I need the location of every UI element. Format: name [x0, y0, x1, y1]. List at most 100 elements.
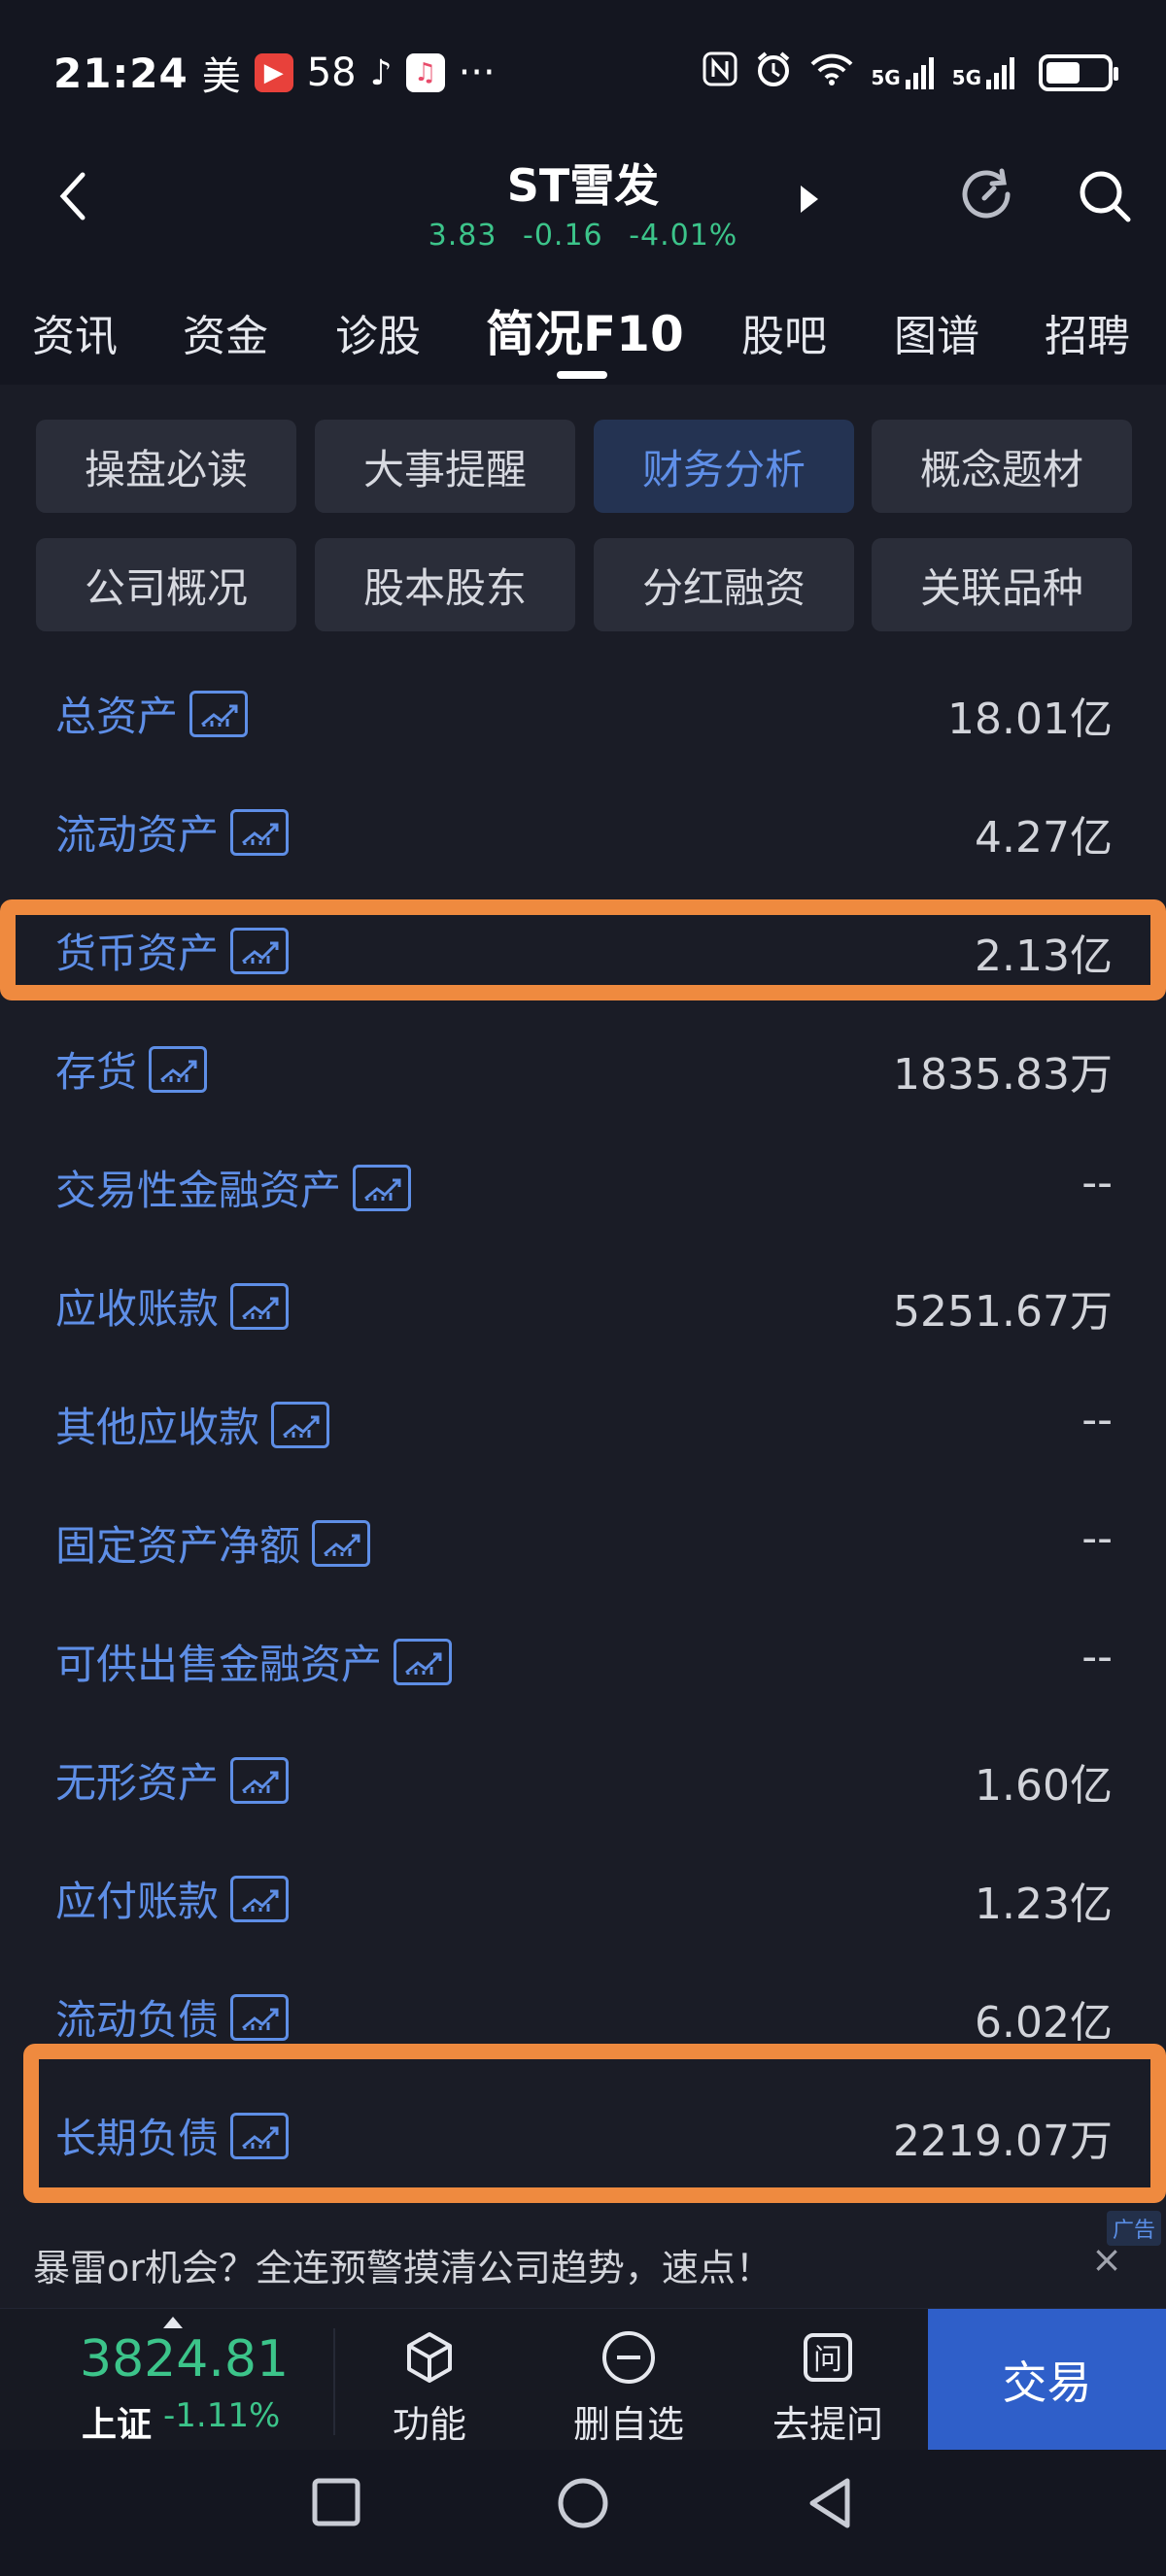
trend-chart-icon[interactable] [230, 2112, 290, 2159]
back-nav-button[interactable] [806, 2477, 853, 2533]
trend-chart-icon[interactable] [230, 927, 290, 974]
ask-question-button[interactable]: 问 去提问 [731, 2328, 925, 2446]
financial-row[interactable]: 流动负债 6.02亿 [0, 1956, 1166, 2075]
row-label-group: 交易性金融资产 [55, 1158, 412, 1217]
function-button[interactable]: 功能 [332, 2328, 527, 2446]
battery-icon [1039, 54, 1118, 91]
status-bar: 21:24 美 ▶ 58 ♪ ♫ ··· 5G 5G [0, 0, 1166, 146]
trend-chart-icon[interactable] [353, 1164, 412, 1211]
row-label-group: 总资产 [55, 684, 249, 743]
trend-chart-icon[interactable] [394, 1638, 453, 1685]
row-label-group: 流动资产 [55, 802, 290, 862]
bottom-toolbar: 3824.81 上证 -1.11% 功能 删自选 问 去提问 交易 [0, 2308, 1166, 2451]
row-label: 交易性金融资产 [55, 1167, 342, 1214]
refresh-icon[interactable] [957, 165, 1019, 227]
row-label-group: 应付账款 [55, 1869, 290, 1928]
tab-jobs[interactable]: 招聘 [1045, 301, 1130, 363]
row-value: -- [1081, 1513, 1113, 1563]
tab-news[interactable]: 资讯 [32, 301, 118, 363]
tab-diagnosis[interactable]: 诊股 [335, 301, 421, 363]
row-value: 4.27亿 [975, 813, 1113, 863]
row-label: 货币资产 [55, 930, 220, 977]
financial-row[interactable]: 可供出售金融资产 -- [0, 1601, 1166, 1719]
svg-text:问: 问 [813, 2343, 842, 2377]
financial-row[interactable]: 其他应收款 -- [0, 1364, 1166, 1482]
row-value: 6.02亿 [975, 1998, 1113, 2048]
ad-text[interactable]: 暴雷or机会？全连预警摸清公司趋势，速点！ [33, 2238, 772, 2291]
index-up-arrow-icon [163, 2317, 183, 2328]
app-58-icon: 58 [306, 51, 357, 95]
trend-chart-icon[interactable] [271, 1401, 330, 1448]
row-value: 5251.67万 [893, 1287, 1113, 1337]
trend-chart-icon[interactable] [230, 808, 290, 856]
row-value: -- [1081, 1395, 1113, 1444]
ad-close-button[interactable]: × [1091, 2238, 1122, 2281]
trend-chart-icon[interactable] [230, 1875, 290, 1922]
stock-change-pct: -4.01% [629, 219, 738, 253]
home-button[interactable] [557, 2477, 609, 2533]
system-nav-bar [0, 2450, 1166, 2576]
row-label: 流动资产 [55, 811, 220, 859]
financial-row[interactable]: 存货 1835.83万 [0, 1008, 1166, 1127]
next-stock-button[interactable] [795, 180, 824, 219]
subtab-concepts[interactable]: 概念题材 [872, 420, 1132, 513]
tab-forum[interactable]: 股吧 [741, 301, 827, 363]
row-label: 其他应收款 [55, 1404, 260, 1451]
row-label-group: 货币资产 [55, 921, 290, 980]
subtab-shareholders[interactable]: 股本股东 [315, 538, 575, 631]
row-label-group: 流动负债 [55, 1987, 290, 2047]
financial-row[interactable]: 交易性金融资产 -- [0, 1127, 1166, 1245]
row-value: -- [1081, 1632, 1113, 1681]
trend-chart-icon[interactable] [230, 1993, 290, 2041]
financial-row[interactable]: 流动资产 4.27亿 [0, 771, 1166, 890]
row-label-group: 其他应收款 [55, 1395, 330, 1454]
index-change-pct: -1.11% [163, 2396, 281, 2435]
subtab-financial-analysis[interactable]: 财务分析 [594, 420, 854, 513]
tab-graph[interactable]: 图谱 [894, 301, 979, 363]
tab-funds[interactable]: 资金 [183, 301, 268, 363]
subtab-dividends[interactable]: 分红融资 [594, 538, 854, 631]
function-label: 功能 [392, 2403, 466, 2446]
financial-row[interactable]: 总资产 18.01亿 [0, 653, 1166, 771]
financial-row[interactable]: 应收账款 5251.67万 [0, 1245, 1166, 1364]
active-tab-indicator [557, 371, 607, 379]
financial-row[interactable]: 长期负债 2219.07万 [0, 2075, 1166, 2193]
trend-chart-icon[interactable] [230, 1282, 290, 1330]
recent-apps-button[interactable] [311, 2477, 361, 2531]
financial-row[interactable]: 货币资产 2.13亿 [0, 890, 1166, 1008]
trend-chart-icon[interactable] [312, 1519, 371, 1567]
index-value[interactable]: 3824.81 [80, 2330, 289, 2389]
wifi-icon [808, 51, 855, 95]
trend-chart-icon[interactable] [189, 690, 249, 737]
minus-circle-icon [602, 2331, 655, 2384]
trend-chart-icon[interactable] [230, 1756, 290, 1804]
tab-f10[interactable]: 简况F10 [486, 295, 684, 365]
row-value: 2219.07万 [893, 2117, 1113, 2166]
row-label: 总资产 [55, 693, 179, 740]
trend-chart-icon[interactable] [149, 1045, 208, 1093]
row-value: 1.23亿 [975, 1880, 1113, 1929]
subtab-trading-must-read[interactable]: 操盘必读 [36, 420, 296, 513]
row-value: 18.01亿 [947, 695, 1113, 744]
alarm-icon [754, 50, 793, 96]
row-label: 固定资产净额 [55, 1522, 301, 1570]
cube-icon [407, 2332, 452, 2383]
row-label: 存货 [55, 1048, 138, 1096]
f10-content: 操盘必读 大事提醒 财务分析 概念题材 公司概况 股本股东 分红融资 关联品种 … [0, 385, 1166, 2308]
subtab-event-reminder[interactable]: 大事提醒 [315, 420, 575, 513]
question-icon: 问 [804, 2333, 852, 2382]
ad-banner[interactable]: 暴雷or机会？全连预警摸清公司趋势，速点！ 广告 × [0, 2211, 1166, 2308]
row-label-group: 长期负债 [55, 2106, 290, 2165]
tiktok-icon: ♪ [369, 52, 393, 93]
nfc-icon [702, 51, 738, 95]
subtab-related[interactable]: 关联品种 [872, 538, 1132, 631]
stock-header: ST雪发 3.83 -0.16 -4.01% [0, 146, 1166, 262]
remove-watchlist-label: 删自选 [572, 2403, 684, 2446]
subtab-company-overview[interactable]: 公司概况 [36, 538, 296, 631]
financial-row[interactable]: 固定资产净额 -- [0, 1482, 1166, 1601]
trade-button[interactable]: 交易 [928, 2309, 1166, 2451]
remove-watchlist-button[interactable]: 删自选 [532, 2328, 726, 2446]
financial-row[interactable]: 应付账款 1.23亿 [0, 1838, 1166, 1956]
search-icon[interactable] [1074, 165, 1136, 227]
financial-row[interactable]: 无形资产 1.60亿 [0, 1719, 1166, 1838]
